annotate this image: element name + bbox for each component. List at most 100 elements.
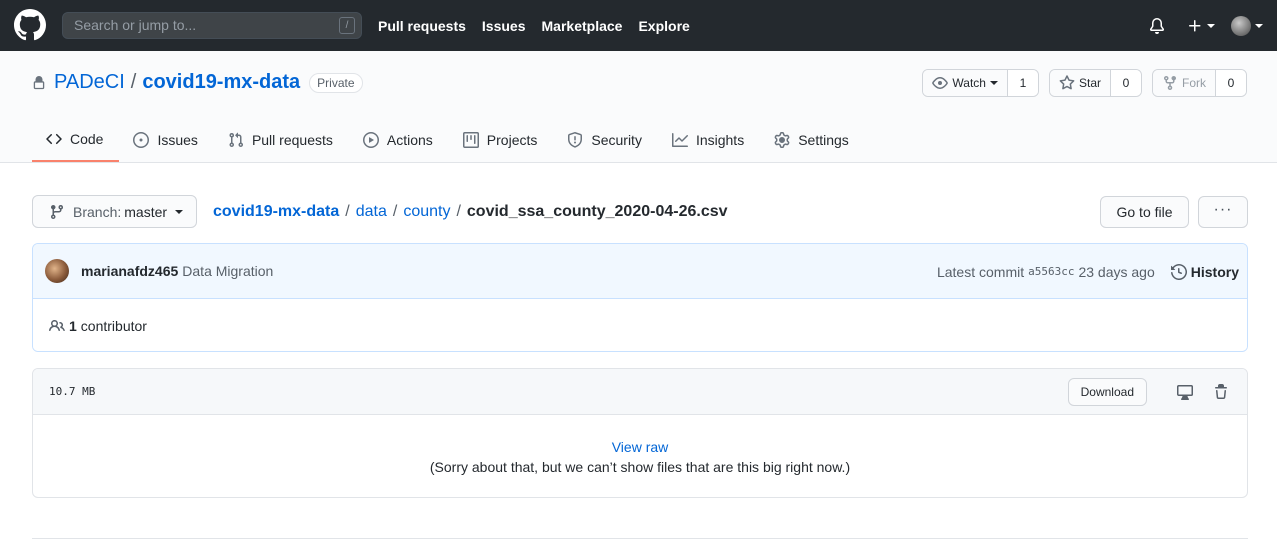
repo-title-separator: /: [130, 71, 137, 93]
watch-label: Watch: [952, 76, 986, 90]
history-icon: [1170, 263, 1187, 280]
tab-code[interactable]: Code: [32, 117, 120, 162]
history-label: History: [1190, 263, 1239, 280]
file-too-large-message: (Sorry about that, but we can’t show fil…: [429, 459, 851, 475]
nav-explore[interactable]: Explore: [638, 18, 689, 34]
tab-actions[interactable]: Actions: [349, 117, 449, 162]
branch-select-button[interactable]: Branch: master: [32, 195, 197, 228]
git-branch-icon: [50, 204, 63, 219]
file-actions: Download: [1067, 369, 1229, 415]
repo-tabs: Code Issues Pull requests Actions Projec…: [32, 117, 865, 163]
watch-button[interactable]: Watch: [923, 70, 1007, 96]
play-icon: [362, 131, 379, 148]
contributors-count: 1: [69, 317, 77, 334]
commit-meta: Latest commit a5563cc 23 days ago Histor…: [937, 244, 1239, 299]
commit-sha-link[interactable]: a5563cc: [1028, 265, 1074, 278]
chevron-down-icon: [989, 81, 998, 85]
more-options-button[interactable]: ···: [1198, 196, 1248, 228]
breadcrumb-separator: /: [392, 203, 398, 220]
shield-icon: [568, 131, 583, 148]
tab-label: Settings: [798, 131, 849, 148]
code-icon: [46, 133, 62, 144]
commit-author-link[interactable]: marianafdz465: [81, 263, 178, 279]
contributors-row[interactable]: 1 contributor: [33, 299, 1247, 351]
tab-label: Pull requests: [251, 131, 333, 148]
watch-button-group: Watch 1: [922, 69, 1039, 97]
breadcrumb: covid19-mx-data / data / county / covid_…: [213, 203, 728, 221]
star-count[interactable]: 0: [1110, 70, 1141, 96]
star-label: Star: [1078, 76, 1101, 90]
tab-label: Security: [591, 131, 642, 148]
trash-icon[interactable]: [1213, 384, 1229, 400]
search-shortcut-badge: /: [339, 17, 355, 34]
nav-pull-requests[interactable]: Pull requests: [378, 18, 466, 34]
commit-message-link[interactable]: Data Migration: [182, 263, 273, 279]
tab-security[interactable]: Security: [553, 117, 658, 162]
tab-insights[interactable]: Insights: [658, 117, 760, 162]
people-icon: [49, 319, 65, 331]
footer-divider: [32, 538, 1248, 539]
fork-button-group: Fork 0: [1152, 69, 1247, 97]
watch-count[interactable]: 1: [1006, 70, 1038, 96]
desktop-icon[interactable]: [1177, 384, 1193, 400]
header-actions: [1135, 0, 1263, 51]
repo-owner-link[interactable]: PADeCI: [54, 71, 125, 94]
gear-icon: [774, 131, 790, 148]
tab-projects[interactable]: Projects: [449, 117, 554, 162]
repo-name-link[interactable]: covid19-mx-data: [142, 71, 300, 94]
breadcrumb-county-link[interactable]: county: [403, 203, 450, 221]
breadcrumb-repo-link[interactable]: covid19-mx-data: [213, 203, 339, 221]
download-button[interactable]: Download: [1067, 378, 1147, 406]
notifications-bell-icon[interactable]: [1149, 17, 1165, 34]
file-body: View raw (Sorry about that, but we can’t…: [33, 415, 1247, 497]
tab-issues[interactable]: Issues: [119, 117, 213, 162]
view-raw-link[interactable]: View raw: [612, 439, 669, 455]
star-icon: [1059, 75, 1075, 90]
search-input[interactable]: Search or jump to... /: [62, 12, 362, 39]
breadcrumb-separator: /: [345, 203, 350, 220]
history-link[interactable]: History: [1170, 263, 1239, 280]
latest-commit-label: Latest commit: [936, 263, 1025, 280]
global-nav: Pull requests Issues Marketplace Explore: [378, 0, 706, 51]
file-header: 10.7 MB Download: [33, 369, 1247, 415]
user-menu[interactable]: [1231, 15, 1263, 36]
nav-marketplace[interactable]: Marketplace: [542, 18, 623, 34]
commit-time: 23 days ago: [1078, 263, 1155, 280]
graph-icon: [671, 132, 688, 147]
star-button[interactable]: Star: [1049, 70, 1110, 96]
breadcrumb-separator: /: [456, 203, 461, 220]
repo-actions: Watch 1 Star 0 Fork 0: [912, 69, 1247, 97]
latest-commit-box: marianafdz465 Data Migration Latest comm…: [32, 243, 1248, 352]
tab-settings[interactable]: Settings: [760, 117, 865, 162]
tab-label: Issues: [157, 131, 198, 148]
fork-button[interactable]: Fork: [1153, 70, 1215, 96]
create-new-plus-icon[interactable]: [1187, 18, 1215, 34]
chevron-down-icon: [1255, 23, 1263, 28]
github-logo-icon[interactable]: [14, 9, 46, 41]
go-to-file-button[interactable]: Go to file: [1100, 196, 1189, 228]
contributors-label: contributor: [80, 317, 147, 334]
star-button-group: Star 0: [1048, 69, 1142, 97]
search-placeholder: Search or jump to...: [74, 17, 197, 33]
visibility-badge: Private: [309, 72, 363, 93]
nav-issues[interactable]: Issues: [482, 18, 526, 34]
eye-icon: [932, 77, 949, 89]
author-avatar[interactable]: [45, 259, 69, 283]
tab-label: Code: [70, 130, 104, 147]
repo-header: PADeCI / covid19-mx-data Private Watch 1…: [0, 51, 1277, 163]
project-icon: [462, 131, 479, 148]
issue-icon: [133, 131, 150, 148]
breadcrumb-data-link[interactable]: data: [356, 203, 387, 221]
chevron-down-icon: [1207, 23, 1215, 28]
tab-pull-requests[interactable]: Pull requests: [214, 117, 349, 162]
fork-count[interactable]: 0: [1215, 70, 1246, 96]
chevron-down-icon: [175, 209, 184, 214]
global-header: Search or jump to... / Pull requests Iss…: [0, 0, 1277, 51]
tab-label: Insights: [695, 131, 745, 148]
branch-name: master: [124, 203, 168, 220]
pull-request-icon: [229, 132, 243, 147]
tab-label: Projects: [486, 131, 538, 148]
breadcrumb-filename: covid_ssa_county_2020-04-26.csv: [466, 203, 728, 220]
fork-icon: [1164, 76, 1176, 91]
file-blob-box: 10.7 MB Download View raw (Sorry about t…: [32, 368, 1248, 498]
